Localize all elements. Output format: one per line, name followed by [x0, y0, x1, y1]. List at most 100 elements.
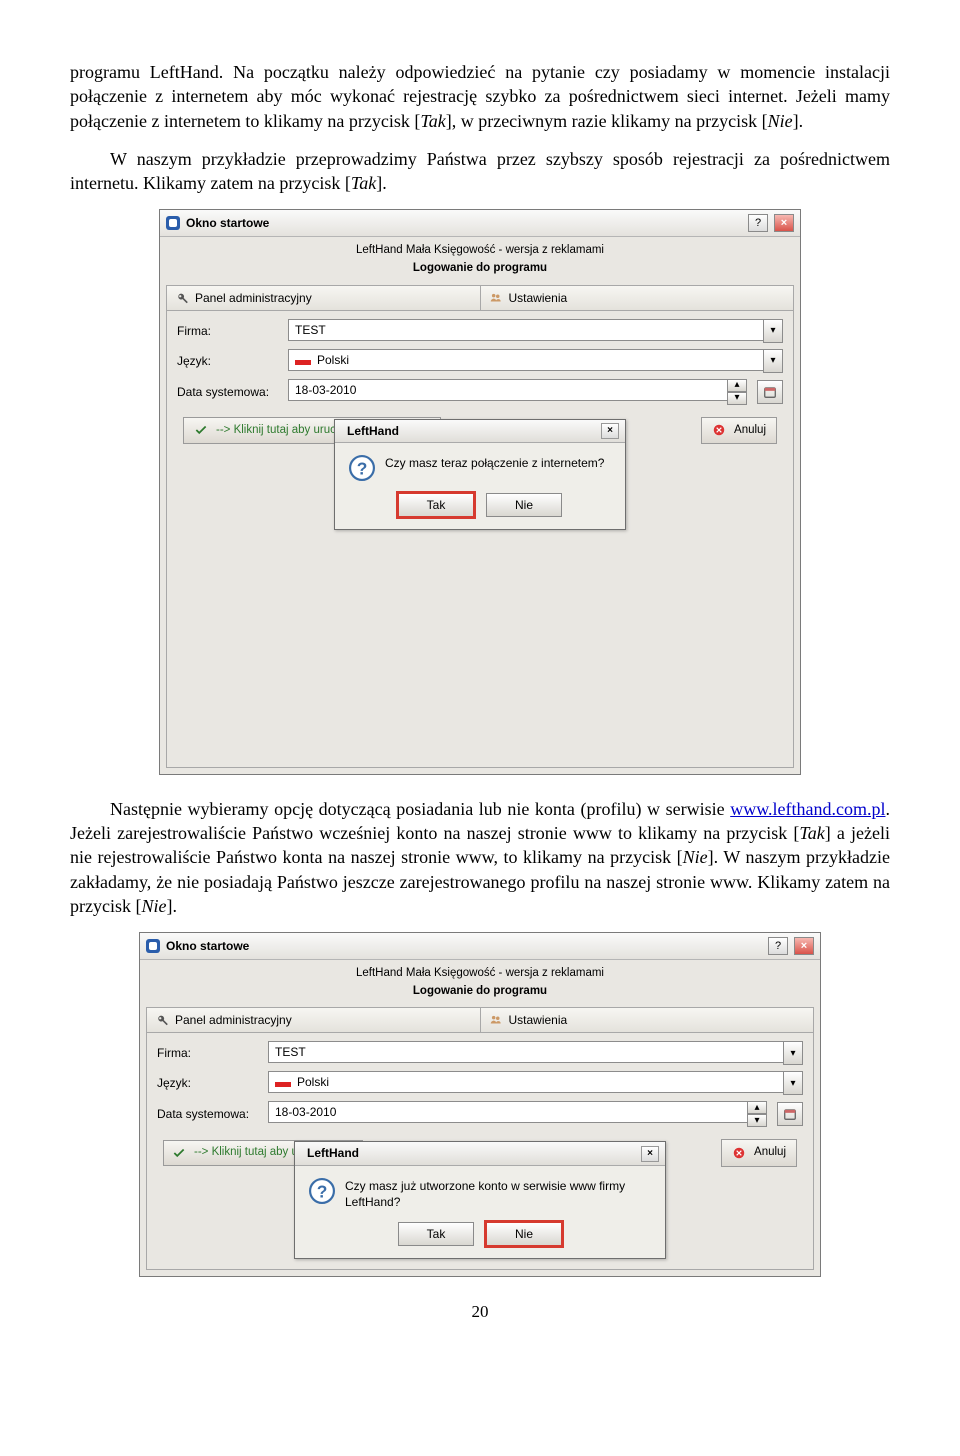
- chevron-down-icon[interactable]: ▾: [763, 319, 783, 343]
- label-jezyk: Język:: [157, 1075, 262, 1091]
- tab-label: Panel administracyjny: [175, 1012, 292, 1028]
- nie-button[interactable]: Nie: [486, 493, 562, 517]
- cancel-button[interactable]: Anuluj: [701, 417, 777, 445]
- label-jezyk: Język:: [177, 353, 282, 369]
- chevron-down-icon[interactable]: ▾: [763, 349, 783, 373]
- wrench-icon: [155, 1013, 169, 1027]
- page-number: 20: [70, 1301, 890, 1324]
- tab-label: Ustawienia: [509, 1012, 568, 1028]
- window-okno-startowe-2: Okno startowe ? × LeftHand Mała Księgowo…: [139, 932, 821, 1277]
- chevron-down-icon[interactable]: ▾: [783, 1071, 803, 1095]
- tak-button[interactable]: Tak: [398, 493, 474, 517]
- paragraph-3: Następnie wybieramy opcję dotyczącą posi…: [70, 797, 890, 918]
- combo-firma[interactable]: TEST ▾: [288, 319, 783, 343]
- product-name: LeftHand Mała Księgowość - wersja z rekl…: [356, 967, 604, 979]
- btn-name-tak: Tak: [351, 173, 376, 193]
- text: ].: [166, 896, 177, 916]
- cancel-button[interactable]: Anuluj: [721, 1139, 797, 1167]
- date-field[interactable]: 18-03-2010 ▴ ▾: [288, 379, 747, 405]
- help-button[interactable]: ?: [768, 937, 788, 955]
- nie-button[interactable]: Nie: [486, 1222, 562, 1246]
- label-data: Data systemowa:: [157, 1106, 262, 1122]
- window-title: Okno startowe: [186, 215, 742, 231]
- close-button[interactable]: ×: [641, 1146, 659, 1162]
- subheader: LeftHand Mała Księgowość - wersja z rekl…: [160, 237, 800, 278]
- paragraph-2: W naszym przykładzie przeprowadzimy Pańs…: [70, 147, 890, 196]
- spin-down-icon[interactable]: ▾: [727, 392, 747, 405]
- text: W naszym przykładzie przeprowadzimy Pańs…: [70, 149, 890, 193]
- dialog-internet: LeftHand × ? Czy masz teraz połączenie z…: [334, 419, 626, 530]
- value-data: 18-03-2010: [268, 1101, 747, 1123]
- subheader: LeftHand Mała Księgowość - wersja z rekl…: [140, 960, 820, 1001]
- tab-label: Panel administracyjny: [195, 290, 312, 306]
- people-icon: [489, 1013, 503, 1027]
- dialog-konto: LeftHand × ? Czy masz już utworzone kont…: [294, 1141, 666, 1259]
- btn-name-nie: Nie: [141, 896, 166, 916]
- dialog-question: Czy masz już utworzone konto w serwisie …: [345, 1178, 651, 1210]
- combo-jezyk[interactable]: Polski ▾: [288, 349, 783, 373]
- titlebar: Okno startowe ? ×: [160, 210, 800, 237]
- product-name: LeftHand Mała Księgowość - wersja z rekl…: [356, 244, 604, 256]
- spin-down-icon[interactable]: ▾: [747, 1114, 767, 1127]
- tak-button[interactable]: Tak: [398, 1222, 474, 1246]
- cancel-icon: [732, 1146, 746, 1160]
- question-icon: ?: [349, 455, 375, 481]
- date-field[interactable]: 18-03-2010 ▴ ▾: [268, 1101, 767, 1127]
- value-jezyk: Polski: [297, 1074, 329, 1090]
- btn-name-tak: Tak: [420, 111, 445, 131]
- combo-firma[interactable]: TEST ▾: [268, 1041, 803, 1065]
- label-data: Data systemowa:: [177, 384, 282, 400]
- label-firma: Firma:: [177, 323, 282, 339]
- form-area: Firma: TEST ▾ Język: Polski ▾ Data syste…: [166, 310, 794, 768]
- svg-text:?: ?: [357, 458, 368, 478]
- spin-up-icon[interactable]: ▴: [747, 1101, 767, 1114]
- titlebar: Okno startowe ? ×: [140, 933, 820, 960]
- dialog-titlebar: LeftHand ×: [295, 1142, 665, 1165]
- question-icon: ?: [309, 1178, 335, 1204]
- flag-icon: [295, 355, 311, 365]
- calendar-button[interactable]: [777, 1102, 803, 1126]
- chevron-down-icon[interactable]: ▾: [783, 1041, 803, 1065]
- label-firma: Firma:: [157, 1045, 262, 1061]
- check-icon: [172, 1146, 186, 1160]
- wrench-icon: [175, 291, 189, 305]
- dialog-question: Czy masz teraz połączenie z internetem?: [385, 455, 604, 471]
- tab-ustawienia[interactable]: Ustawienia: [481, 285, 795, 310]
- tab-label: Ustawienia: [509, 290, 568, 306]
- text: ].: [376, 173, 387, 193]
- close-button[interactable]: ×: [774, 214, 794, 232]
- help-button[interactable]: ?: [748, 214, 768, 232]
- tab-panel-admin[interactable]: Panel administracyjny: [166, 285, 481, 310]
- window-okno-startowe-1: Okno startowe ? × LeftHand Mała Księgowo…: [159, 209, 801, 774]
- dialog-title: LeftHand: [307, 1145, 359, 1161]
- svg-text:?: ?: [317, 1181, 328, 1201]
- spin-up-icon[interactable]: ▴: [727, 379, 747, 392]
- text: ], w przeciwnym razie klikamy na przycis…: [446, 111, 768, 131]
- text: Następnie wybieramy opcję dotyczącą posi…: [110, 799, 730, 819]
- tabs: Panel administracyjny Ustawienia: [146, 1007, 814, 1032]
- tab-panel-admin[interactable]: Panel administracyjny: [146, 1007, 481, 1032]
- value-data: 18-03-2010: [288, 379, 727, 401]
- btn-name-nie: Nie: [768, 111, 793, 131]
- value-firma: TEST: [275, 1044, 306, 1060]
- form-area: Firma: TEST ▾ Język: Polski ▾ Data syste…: [146, 1032, 814, 1270]
- check-icon: [194, 423, 208, 437]
- tab-ustawienia[interactable]: Ustawienia: [481, 1007, 815, 1032]
- dialog-titlebar: LeftHand ×: [335, 420, 625, 443]
- value-jezyk: Polski: [317, 352, 349, 368]
- flag-icon: [275, 1077, 291, 1087]
- close-button[interactable]: ×: [794, 937, 814, 955]
- close-button[interactable]: ×: [601, 423, 619, 439]
- dialog-title: LeftHand: [347, 423, 399, 439]
- cancel-label: Anuluj: [754, 1145, 786, 1161]
- value-firma: TEST: [295, 322, 326, 338]
- window-title: Okno startowe: [166, 938, 762, 954]
- login-title: Logowanie do programu: [140, 984, 820, 1000]
- login-title: Logowanie do programu: [160, 261, 800, 277]
- calendar-button[interactable]: [757, 380, 783, 404]
- btn-name-nie: Nie: [683, 847, 708, 867]
- tabs: Panel administracyjny Ustawienia: [166, 285, 794, 310]
- people-icon: [489, 291, 503, 305]
- link-lefthand[interactable]: www.lefthand.com.pl: [730, 799, 885, 819]
- combo-jezyk[interactable]: Polski ▾: [268, 1071, 803, 1095]
